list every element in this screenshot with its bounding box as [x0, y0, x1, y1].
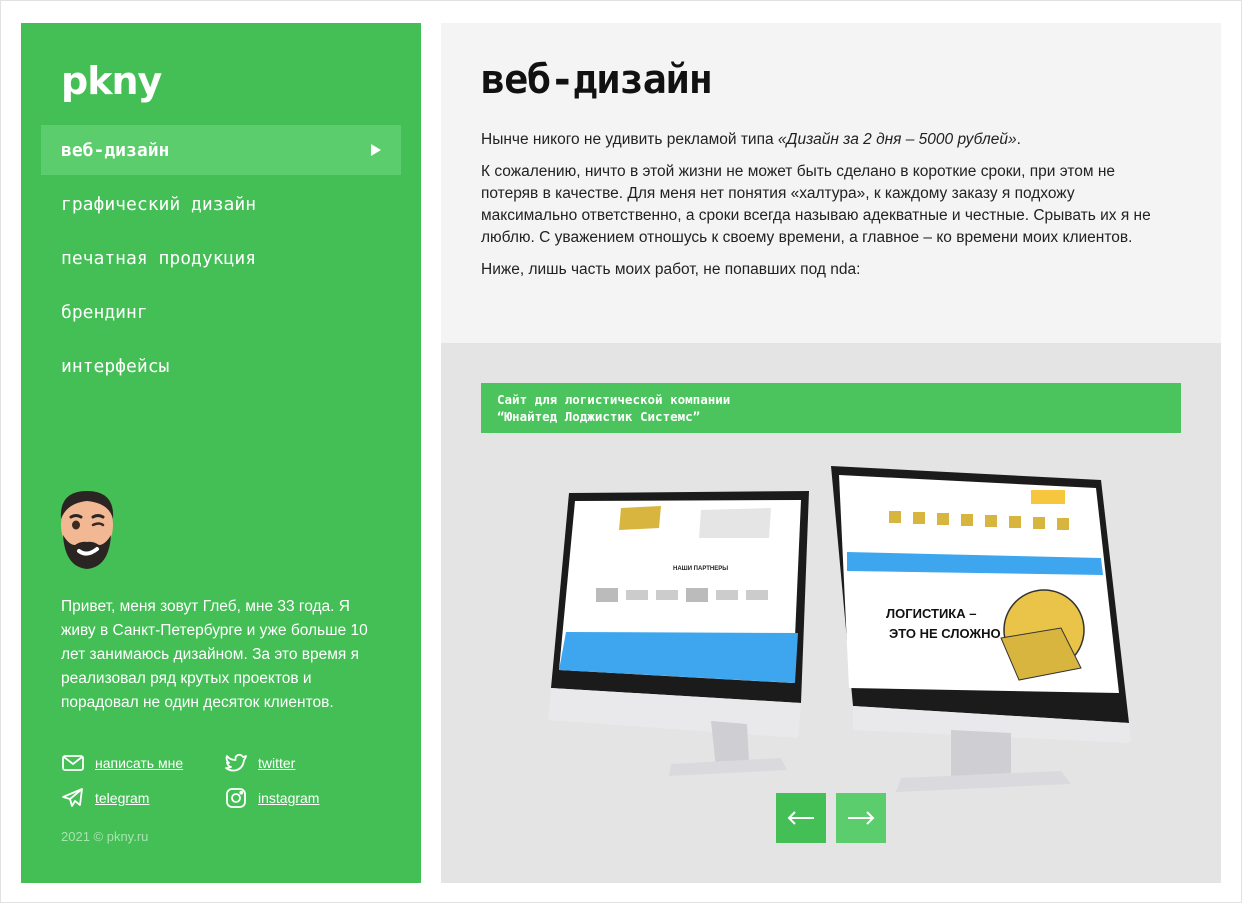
nav-item-graphic-design[interactable]: графический дизайн — [41, 179, 401, 229]
nav-item-web-design[interactable]: веб-дизайн — [41, 125, 401, 175]
nav-item-label: интерфейсы — [61, 355, 170, 377]
arrow-right-icon — [848, 811, 875, 825]
main-nav: веб-дизайн графический дизайн печатная п… — [41, 125, 401, 395]
intro-text: Нынче никого не удивить рекламой типа «Д… — [481, 129, 1161, 291]
intro-paragraph-3: Ниже, лишь часть моих работ, не попавших… — [481, 261, 861, 278]
copyright: 2021 © pkny.ru — [61, 829, 149, 844]
twitter-icon — [225, 753, 247, 772]
telegram-icon — [62, 788, 83, 807]
intro-section: веб-дизайн Нынче никого не удивить рекла… — [441, 23, 1221, 343]
twitter-link-label: twitter — [258, 755, 296, 771]
nav-item-print[interactable]: печатная продукция — [41, 233, 401, 283]
page-title: веб-дизайн — [481, 57, 713, 103]
play-arrow-icon — [371, 144, 381, 156]
screen-headline-1: ЛОГИСТИКА – — [886, 606, 976, 621]
project-image: НАШИ ПАРТНЕРЫ ЛОГИСТИКА – ЭТО НЕ СЛОЖНО — [548, 466, 1131, 792]
sidebar: pkny веб-дизайн графический дизайн печат… — [21, 23, 421, 883]
intro-paragraph-1: Нынче никого не удивить рекламой типа «Д… — [481, 129, 1161, 151]
intro-quote: «Дизайн за 2 дня – 5000 рублей» — [777, 131, 1017, 148]
email-link-label: написать мне — [95, 755, 184, 771]
telegram-link-label: telegram — [95, 790, 150, 806]
nav-item-label: веб-дизайн — [61, 139, 170, 161]
next-slide-button[interactable] — [836, 793, 886, 843]
project-label: Сайт для логистической компании “Юнайтед… — [481, 383, 1181, 433]
about-text: Привет, меня зовут Глеб, мне 33 года. Я … — [61, 598, 368, 711]
telegram-link[interactable]: telegram — [61, 786, 149, 810]
logo[interactable]: pkny — [61, 59, 162, 103]
monitor-left: НАШИ ПАРТНЕРЫ — [548, 491, 809, 776]
nav-item-label: печатная продукция — [61, 247, 257, 269]
nav-item-label: графический дизайн — [61, 193, 257, 215]
mail-icon — [62, 755, 84, 771]
instagram-link[interactable]: instagram — [224, 786, 319, 810]
screen-headline-2: ЭТО НЕ СЛОЖНО — [889, 626, 1001, 641]
project-title-line-2: “Юнайтед Лоджистик Системс” — [497, 409, 701, 424]
nav-item-branding[interactable]: брендинг — [41, 287, 401, 337]
twitter-link[interactable]: twitter — [224, 751, 295, 775]
intro-plain: Нынче никого не удивить рекламой типа — [481, 131, 778, 148]
project-title-line-1: Сайт для логистической компании — [497, 392, 731, 407]
prev-slide-button[interactable] — [776, 793, 826, 843]
intro-end: . — [1016, 131, 1021, 148]
portfolio-slider: Сайт для логистической компании “Юнайтед… — [441, 343, 1221, 883]
nav-item-interfaces[interactable]: интерфейсы — [41, 341, 401, 391]
nav-item-label: брендинг — [61, 301, 148, 323]
email-link[interactable]: написать мне — [61, 751, 183, 775]
monitor-right: ЛОГИСТИКА – ЭТО НЕ СЛОЖНО — [831, 466, 1131, 792]
arrow-left-icon — [787, 811, 814, 825]
intro-paragraph-2: К сожалению, ничто в этой жизни не может… — [481, 163, 1151, 246]
screen-partners: НАШИ ПАРТНЕРЫ — [673, 566, 728, 572]
instagram-link-label: instagram — [258, 790, 320, 806]
instagram-icon — [226, 788, 246, 808]
avatar — [60, 491, 114, 569]
